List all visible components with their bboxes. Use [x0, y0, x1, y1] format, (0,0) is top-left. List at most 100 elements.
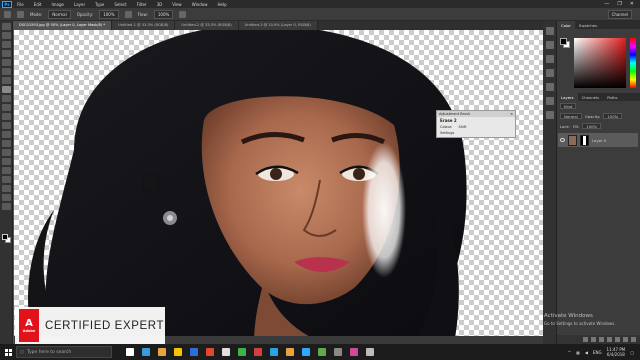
- zoom-tool-icon[interactable]: [1, 194, 11, 201]
- history-icon[interactable]: [545, 27, 554, 35]
- notifications-icon[interactable]: ▢: [630, 350, 634, 355]
- tab-swatches[interactable]: Swatches: [575, 21, 601, 29]
- type-tool-icon[interactable]: [1, 158, 11, 165]
- blend-mode-select[interactable]: Normal: [560, 113, 582, 119]
- menu-edit[interactable]: Edit: [29, 2, 47, 7]
- lasso-tool-icon[interactable]: [1, 41, 11, 48]
- taskbar-app-icon[interactable]: [270, 348, 278, 356]
- menu-select[interactable]: Select: [109, 2, 131, 7]
- move-tool-icon[interactable]: [1, 23, 11, 30]
- brush-preset-icon[interactable]: [17, 10, 24, 18]
- taskbar-app-icon[interactable]: [126, 348, 134, 356]
- taskbar-app-icon[interactable]: [254, 348, 262, 356]
- menu-3d[interactable]: 3D: [152, 2, 168, 7]
- hue-slider[interactable]: [630, 38, 636, 88]
- marquee-tool-icon[interactable]: [1, 32, 11, 39]
- mode-select[interactable]: Normal: [48, 9, 71, 19]
- taskbar-app-icon[interactable]: [142, 348, 150, 356]
- tab-layers[interactable]: Layers: [557, 93, 578, 101]
- fill-field[interactable]: 100%: [582, 123, 602, 129]
- blur-tool-icon[interactable]: [1, 131, 11, 138]
- brush-tool-icon[interactable]: [1, 86, 11, 93]
- more-tools-icon[interactable]: [1, 203, 11, 210]
- tab-paths[interactable]: Paths: [603, 93, 621, 101]
- taskbar-app-icon[interactable]: [366, 348, 374, 356]
- menu-view[interactable]: View: [167, 2, 187, 7]
- menu-layer[interactable]: Layer: [69, 2, 90, 7]
- taskbar-search[interactable]: ○ Type here to search: [16, 346, 112, 358]
- link-layers-icon[interactable]: [583, 337, 588, 342]
- pen-tool-icon[interactable]: [1, 149, 11, 156]
- dodge-tool-icon[interactable]: [1, 140, 11, 147]
- clock[interactable]: 11:47 PM 6/4/2018: [607, 347, 626, 357]
- hand-tool-icon[interactable]: [1, 185, 11, 192]
- taskbar-app-icon[interactable]: [206, 348, 214, 356]
- quick-select-tool-icon[interactable]: [1, 50, 11, 57]
- clone-stamp-tool-icon[interactable]: [1, 95, 11, 102]
- menu-help[interactable]: Help: [212, 2, 231, 7]
- tab-untitled-2[interactable]: Untitled-2 @ 33.3% (RGB/8): [175, 21, 239, 30]
- brush-tool-icon[interactable]: [4, 10, 11, 18]
- tab-channels[interactable]: Channels: [578, 93, 604, 101]
- adjustments-icon[interactable]: [545, 55, 554, 63]
- color-picker-field[interactable]: [574, 38, 626, 88]
- tab-untitled-3[interactable]: Untitled-3 @ 10.9% (Layer 0, RGB/8): [238, 21, 318, 30]
- tab-untitled-1[interactable]: Untitled-1 @ 33.3% (RGB/8): [112, 21, 176, 30]
- popup-settings-label[interactable]: Settings: [440, 131, 454, 135]
- tab-dsc01593[interactable]: DSC01593.jpg @ 50% (Layer 0, Layer Mask/…: [13, 21, 113, 30]
- foreground-color-swatch[interactable]: [2, 234, 8, 240]
- airbrush-icon[interactable]: [179, 10, 187, 18]
- fx-icon[interactable]: [591, 337, 596, 342]
- minimize-button[interactable]: —: [604, 1, 609, 7]
- taskbar-app-icon[interactable]: [350, 348, 358, 356]
- layer-mask-thumbnail[interactable]: [580, 134, 589, 146]
- healing-tool-icon[interactable]: [1, 77, 11, 84]
- trash-icon[interactable]: [631, 337, 636, 342]
- tab-color[interactable]: Color: [557, 21, 575, 29]
- adjustment-layer-icon[interactable]: [607, 337, 612, 342]
- path-select-tool-icon[interactable]: [1, 167, 11, 174]
- layer-filter-kind[interactable]: Kind: [560, 103, 577, 109]
- menu-type[interactable]: Type: [90, 2, 109, 7]
- libraries-icon[interactable]: [545, 111, 554, 119]
- eyedropper-tool-icon[interactable]: [1, 68, 11, 75]
- taskbar-app-icon[interactable]: [158, 348, 166, 356]
- taskbar-app-icon[interactable]: [222, 348, 230, 356]
- eraser-tool-icon[interactable]: [1, 113, 11, 120]
- popup-row1-value[interactable]: Shift: [458, 125, 466, 129]
- language-indicator[interactable]: ENG: [593, 350, 602, 355]
- start-button[interactable]: [0, 344, 16, 360]
- layer-opacity-field[interactable]: 100%: [603, 113, 623, 119]
- panel-fg-swatch[interactable]: [560, 38, 567, 45]
- paragraph-icon[interactable]: [545, 97, 554, 105]
- popup-close-icon[interactable]: ×: [510, 112, 513, 116]
- menu-filter[interactable]: Filter: [132, 2, 152, 7]
- shape-tool-icon[interactable]: [1, 176, 11, 183]
- crop-tool-icon[interactable]: [1, 59, 11, 66]
- workspace-select[interactable]: Channel: [607, 9, 632, 19]
- layer-row[interactable]: Layer 0: [558, 133, 638, 147]
- add-mask-icon[interactable]: [599, 337, 604, 342]
- taskbar-app-icon[interactable]: [318, 348, 326, 356]
- taskbar-app-icon[interactable]: [302, 348, 310, 356]
- layer-name[interactable]: Layer 0: [592, 138, 606, 143]
- opacity-field[interactable]: 100%: [99, 9, 119, 19]
- taskbar-app-icon[interactable]: [286, 348, 294, 356]
- history-brush-tool-icon[interactable]: [1, 104, 11, 111]
- volume-icon[interactable]: ◀: [585, 350, 588, 355]
- visibility-eye-icon[interactable]: [560, 138, 565, 142]
- character-icon[interactable]: [545, 83, 554, 91]
- maximize-button[interactable]: ❐: [617, 1, 621, 7]
- pressure-opacity-icon[interactable]: [124, 10, 132, 18]
- properties-icon[interactable]: [545, 41, 554, 49]
- taskbar-app-icon[interactable]: [238, 348, 246, 356]
- flow-field[interactable]: 100%: [153, 9, 174, 19]
- gradient-tool-icon[interactable]: [1, 122, 11, 129]
- tray-chevron-icon[interactable]: ^: [568, 350, 571, 355]
- adjustment-brush-popup[interactable]: Adjustment Brush × Erase 2 Colour: Shift…: [436, 110, 516, 138]
- menu-window[interactable]: Window: [187, 2, 213, 7]
- taskbar-app-icon[interactable]: [190, 348, 198, 356]
- document-canvas[interactable]: [14, 30, 543, 344]
- taskbar-app-icon[interactable]: [174, 348, 182, 356]
- new-layer-icon[interactable]: [623, 337, 628, 342]
